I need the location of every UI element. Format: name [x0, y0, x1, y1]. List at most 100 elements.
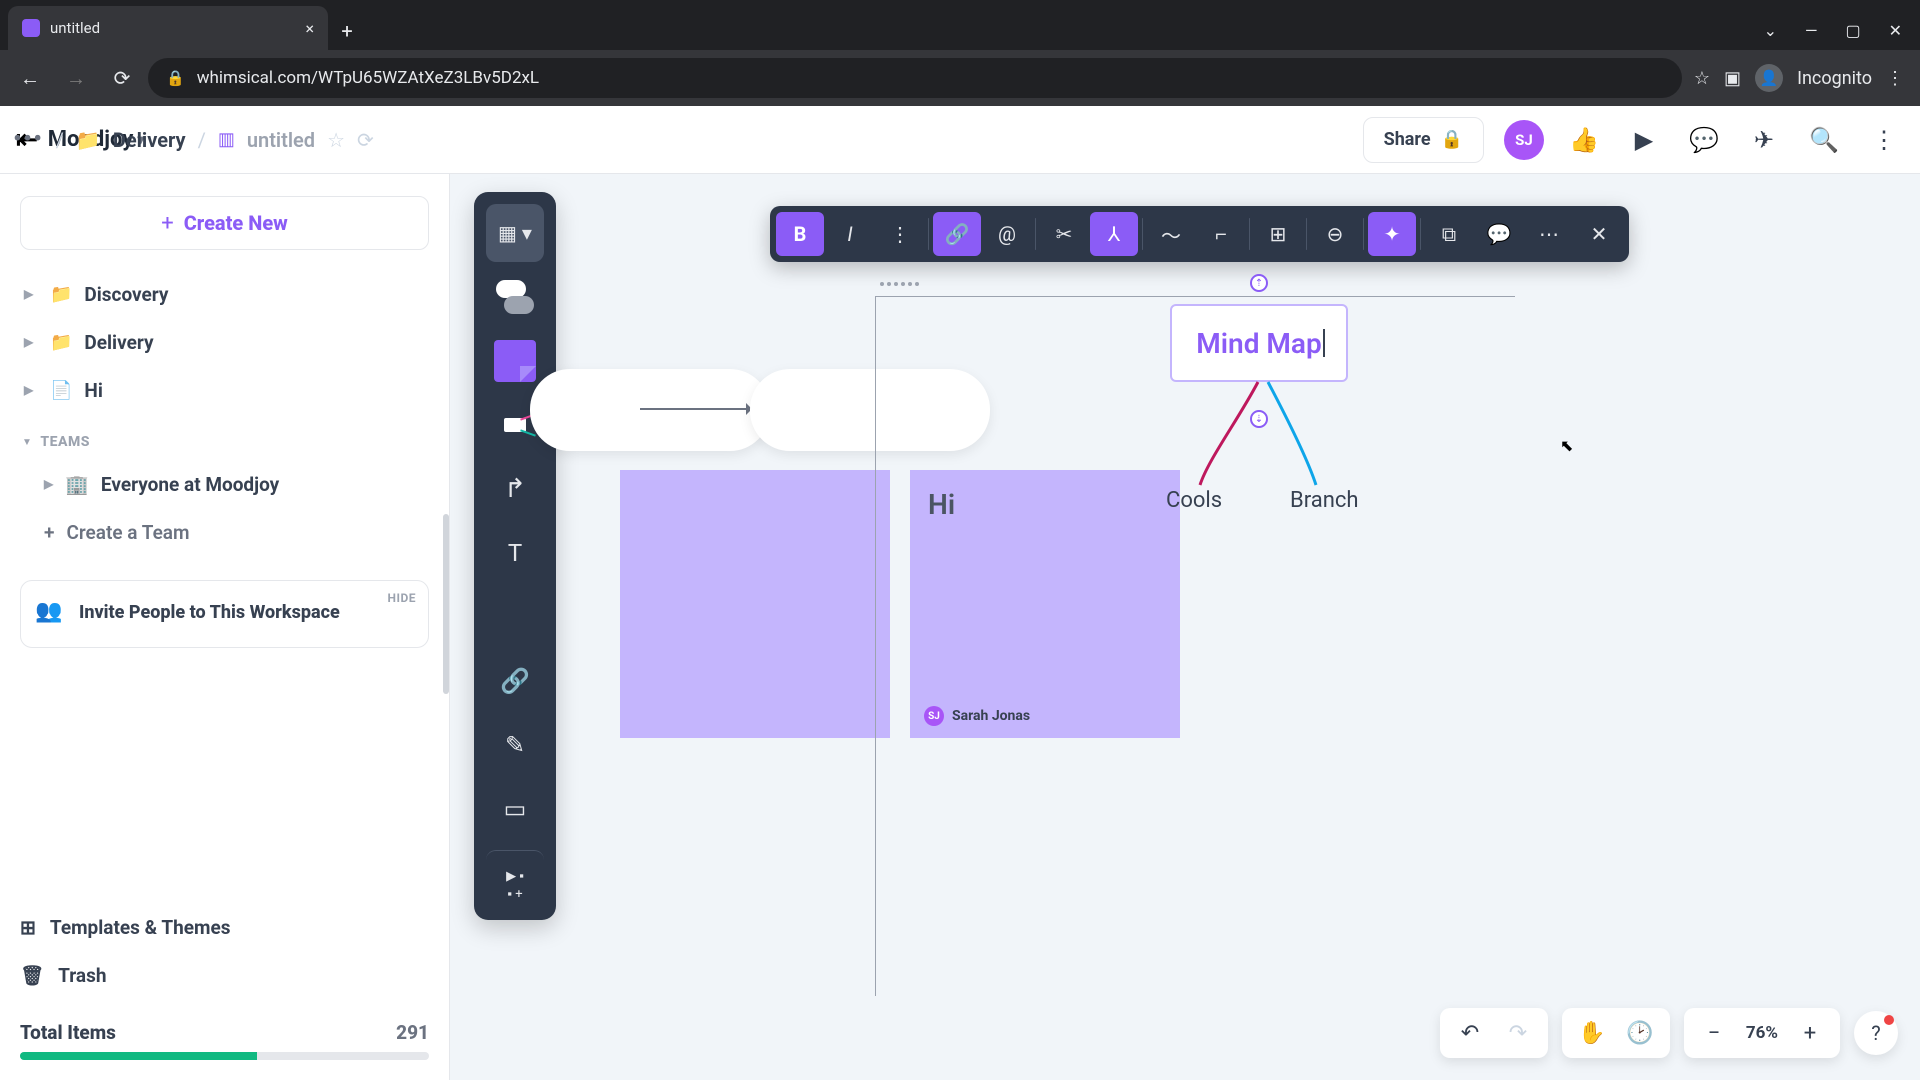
caret-down-icon: ▼ — [22, 437, 32, 448]
tool-grid[interactable] — [486, 588, 544, 646]
tool-more[interactable]: ▶ ▪▪ + — [486, 850, 544, 908]
more-menu-icon[interactable]: ⋮ — [1864, 126, 1904, 154]
tool-pen[interactable]: ✎ — [486, 716, 544, 774]
node-anchor-bottom[interactable]: ⇣ — [1250, 410, 1268, 428]
caret-right-icon[interactable]: ▶ — [44, 477, 53, 491]
caret-right-icon[interactable]: ▶ — [24, 383, 38, 397]
present-icon[interactable]: ▶ — [1624, 126, 1664, 154]
create-label: Create New — [184, 211, 288, 235]
teams-section-header[interactable]: ▼ TEAMS — [22, 434, 427, 450]
more-icon[interactable]: ⋯ — [1525, 212, 1573, 256]
mindmap-branch-1[interactable]: Cools — [1166, 488, 1222, 513]
templates-link[interactable]: ⊞ Templates & Themes — [14, 903, 435, 951]
hide-button[interactable]: HIDE — [387, 591, 416, 605]
nav-reload-icon[interactable]: ⟳ — [102, 58, 142, 98]
zoom-out-button[interactable]: − — [1690, 1009, 1738, 1057]
sticky-note-2[interactable]: Hi SJ Sarah Jonas — [910, 470, 1180, 738]
mention-button[interactable]: @ — [983, 212, 1031, 256]
canvas[interactable]: ▦ ▾ ↱ T 🔗 ✎ ▭ ▶ ▪▪ + B I ⋮ 🔗 @ — [450, 174, 1920, 1080]
bold-button[interactable]: B — [776, 212, 824, 256]
node-anchor-top[interactable]: ⇡ — [1250, 274, 1268, 292]
send-icon[interactable]: ✈ — [1744, 126, 1784, 154]
ai-sparkle-icon[interactable]: ✦ — [1368, 212, 1416, 256]
curve-icon[interactable]: 〜 — [1147, 212, 1195, 256]
tool-frame[interactable]: ▭ — [486, 780, 544, 838]
caret-right-icon[interactable]: ▶ — [24, 335, 38, 349]
window-close-icon[interactable]: ✕ — [1889, 21, 1902, 40]
mindmap-connectors — [1168, 380, 1368, 490]
tab-close-icon[interactable]: × — [305, 19, 314, 38]
bookmark-star-icon[interactable]: ☆ — [1694, 68, 1710, 89]
zoom-level[interactable]: 76% — [1738, 1023, 1786, 1043]
sticky-note-1[interactable] — [620, 470, 890, 738]
undo-button[interactable]: ↶ — [1446, 1009, 1494, 1057]
italic-button[interactable]: I — [826, 212, 874, 256]
nav-back-icon[interactable]: ← — [10, 58, 50, 98]
table-icon[interactable]: ⊞ — [1254, 212, 1302, 256]
total-items: Total Items 291 — [20, 1021, 429, 1044]
sidebar-scrollbar[interactable] — [443, 514, 449, 694]
close-icon[interactable]: ✕ — [1575, 212, 1623, 256]
tool-connector[interactable]: ↱ — [486, 460, 544, 518]
window-minimize-icon[interactable]: ― — [1805, 21, 1818, 40]
favorite-star-icon[interactable]: ☆ — [327, 128, 345, 152]
doc-title[interactable]: untitled — [247, 128, 315, 152]
sidebar-item-discovery[interactable]: ▶ 📁 Discovery — [14, 270, 435, 318]
create-team-button[interactable]: + Create a Team — [14, 508, 435, 556]
tidy-icon[interactable]: ⊖ — [1311, 212, 1359, 256]
elbow-icon[interactable]: ⌐ — [1197, 212, 1245, 256]
plus-icon: + — [44, 521, 54, 544]
sidebar-item-delivery[interactable]: ▶ 📁 Delivery — [14, 318, 435, 366]
extensions-icon[interactable]: ▣ — [1724, 68, 1741, 89]
shape-pill-1[interactable] — [530, 369, 770, 451]
tool-text[interactable]: T — [486, 524, 544, 582]
shape-pill-2[interactable] — [750, 369, 990, 451]
teams-label: TEAMS — [40, 434, 90, 450]
user-avatar[interactable]: SJ — [1504, 120, 1544, 160]
create-team-label: Create a Team — [66, 521, 189, 544]
mindmap-branch-2[interactable]: Branch — [1290, 488, 1358, 513]
trash-link[interactable]: 🗑 Trash — [14, 951, 435, 999]
caret-right-icon[interactable]: ▶ — [24, 287, 38, 301]
history-icon[interactable]: 🕑 — [1616, 1009, 1664, 1057]
mindmap-root-text[interactable]: Mind Map — [1196, 327, 1321, 360]
breadcrumb-more-icon[interactable]: ••• — [13, 127, 43, 152]
tool-shapes[interactable] — [486, 268, 544, 326]
share-button[interactable]: Share 🔒 — [1363, 117, 1484, 163]
tool-select[interactable]: ▦ ▾ — [486, 204, 544, 262]
window-maximize-icon[interactable]: ▢ — [1845, 21, 1860, 40]
create-new-button[interactable]: + Create New — [20, 196, 429, 250]
nav-forward-icon[interactable]: → — [56, 58, 96, 98]
breadcrumb-parent[interactable]: Delivery — [113, 128, 186, 152]
lock-icon: 🔒 — [166, 69, 185, 87]
comments-icon[interactable]: 💬 — [1684, 126, 1724, 154]
help-button[interactable]: ? — [1854, 1011, 1898, 1055]
browser-tab[interactable]: untitled × — [8, 6, 328, 50]
layout-tree-icon[interactable]: ⅄ — [1090, 212, 1138, 256]
usage-progress — [20, 1052, 429, 1060]
zoom-in-button[interactable]: + — [1786, 1009, 1834, 1057]
tool-link[interactable]: 🔗 — [486, 652, 544, 710]
sidebar-item-hi[interactable]: ▶ 📄 Hi — [14, 366, 435, 414]
pan-hand-icon[interactable]: ✋ — [1568, 1009, 1616, 1057]
browser-menu-icon[interactable]: ⋮ — [1886, 68, 1904, 89]
search-icon[interactable]: 🔍 — [1804, 126, 1844, 154]
url-text: whimsical.com/WTpU65WZAtXeZ3LBv5D2xL — [197, 68, 539, 88]
cut-icon[interactable]: ✂ — [1040, 212, 1088, 256]
like-icon[interactable]: 👍 — [1564, 126, 1604, 154]
comment-icon[interactable]: 💬 — [1475, 212, 1523, 256]
connector-arrow[interactable] — [640, 408, 750, 410]
link-button[interactable]: 🔗 — [933, 212, 981, 256]
invite-card[interactable]: HIDE 👥 Invite People to This Workspace — [20, 580, 429, 648]
mindmap-root-node[interactable]: Mind Map — [1170, 304, 1348, 382]
text-more-icon[interactable]: ⋮ — [876, 212, 924, 256]
tool-sticky-note[interactable] — [486, 332, 544, 390]
redo-button[interactable]: ↷ — [1494, 1009, 1542, 1057]
breadcrumb-sep: / — [56, 128, 64, 152]
team-everyone[interactable]: ▶ 🏢 Everyone at Moodjoy — [14, 460, 435, 508]
tab-search-icon[interactable]: ⌄ — [1764, 21, 1777, 40]
new-tab-button[interactable]: + — [328, 12, 366, 50]
selection-handle-icon[interactable] — [880, 282, 919, 286]
address-bar[interactable]: 🔒 whimsical.com/WTpU65WZAtXeZ3LBv5D2xL — [148, 58, 1682, 98]
copy-icon[interactable]: ⧉ — [1425, 212, 1473, 256]
